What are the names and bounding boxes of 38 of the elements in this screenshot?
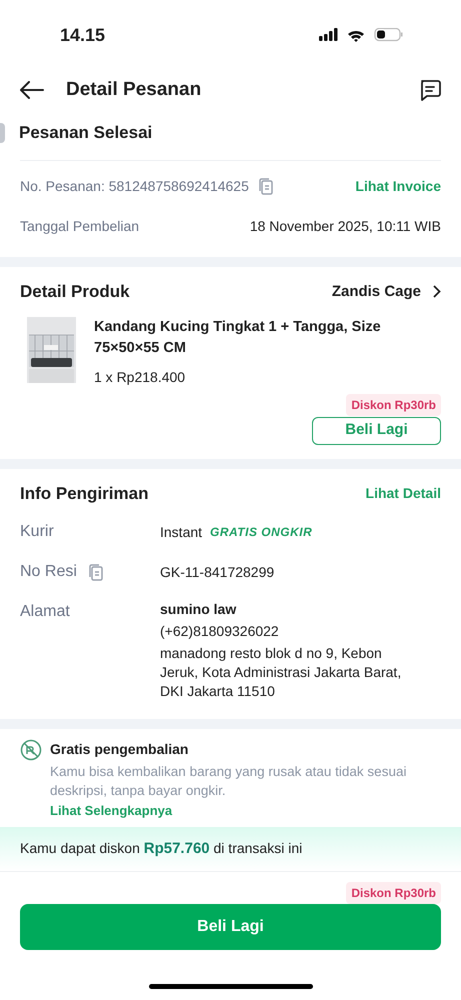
savings-text: Kamu dapat diskon Rp57.760 di transaksi ini [20,840,302,856]
address-text: manadong resto blok d no 9, Kebon Jeruk, Kota Administrasi Jakarta Barat, DKI Jakarta 11510 [160,644,402,701]
returns-description: Kamu bisa kembalikan barang yang rusak atau tidak sesuai deskripsi, tanpa bayar ongkir. [50,763,408,800]
status-time: 14.15 [60,24,106,46]
recipient-name: sumino law [160,600,238,619]
chevron-right-icon[interactable] [433,285,441,298]
return-icon [20,739,42,761]
buy-again-button[interactable]: Beli Lagi [20,904,441,950]
wifi-icon [348,28,364,42]
buy-again-button[interactable]: Beli Lagi [312,416,441,444]
detail-link[interactable]: Lihat Detail [366,482,441,504]
chat-icon[interactable] [419,79,441,101]
see-more-link[interactable]: Lihat Selengkapnya [50,801,441,820]
product-price: 1 x Rp218.400 [94,368,186,387]
recipient-phone: (+62)81809326022 [160,622,280,641]
purchase-date-label: Tanggal Pembelian [20,217,140,236]
receipt-number: GK-11-841728299 [160,562,276,582]
section-title: Info Pengiriman [20,482,150,505]
section-title: Detail Produk [20,281,131,303]
battery-icon [374,28,403,42]
back-arrow-icon[interactable] [20,81,44,99]
receipt-label: No Resi [20,562,77,582]
courier-label: Kurir [20,522,55,542]
shop-link[interactable]: Zandis Cage [332,280,421,303]
product-name: Kandang Kucing Tingkat 1 + Tangga, Size 75×50×55 CM [94,318,382,358]
status-indicator [0,122,5,142]
signal-icon [319,28,338,42]
discount-badge: Diskon Rp30rb [346,882,441,904]
address-label: Alamat [20,602,71,622]
returns-title: Gratis pengembalian [50,740,190,759]
order-number: No. Pesanan: 581248758692414625 [20,177,249,196]
order-status: Pesanan Selesai [19,122,152,144]
free-shipping-tag: GRATIS ONGKIR [210,523,312,541]
invoice-link[interactable]: Lihat Invoice [355,176,441,197]
courier-value: Instant [160,522,202,542]
discount-badge: Diskon Rp30rb [346,394,441,416]
purchase-date: 18 November 2025, 10:11 WIB [250,217,441,236]
page-title: Detail Pesanan [66,78,202,102]
